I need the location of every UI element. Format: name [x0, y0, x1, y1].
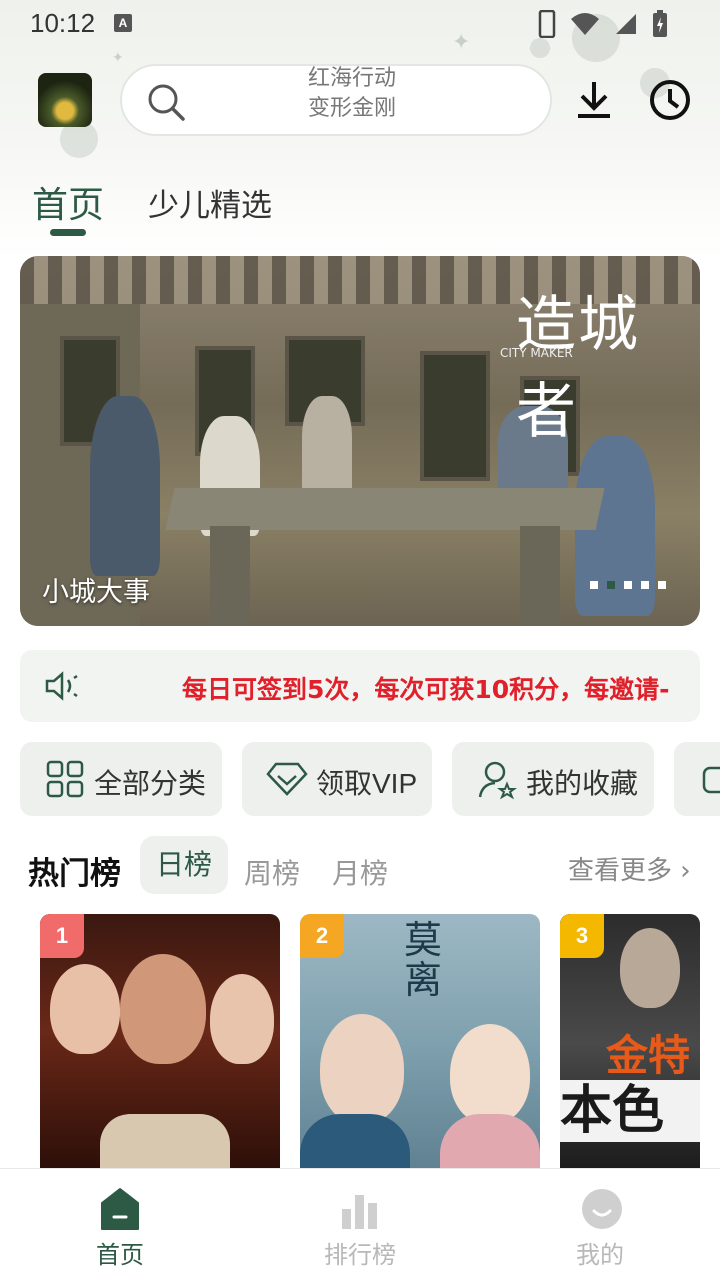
banner-dot[interactable] [658, 581, 666, 589]
nav-label: 我的 [576, 1241, 624, 1269]
poster-art-costume [300, 1114, 410, 1174]
banner-carousel[interactable]: 造城者 CITY MAKER 小城大事 [20, 256, 700, 626]
nav-home[interactable]: 首页 [0, 1169, 240, 1280]
signal-icon [616, 14, 636, 34]
notification-badge: A [114, 14, 132, 32]
poster-art-costume [440, 1114, 540, 1174]
banner-dot[interactable] [590, 581, 598, 589]
wifi-icon [571, 13, 599, 35]
decor-sparkle: ✦ [112, 50, 124, 66]
banner-art-figure [90, 396, 160, 576]
tab-kids[interactable]: 少儿精选 [148, 180, 272, 225]
see-more-link[interactable]: 查看更多 › [568, 850, 691, 887]
banner-caption: 小城大事 [42, 577, 150, 608]
nav-label: 排行榜 [324, 1241, 396, 1269]
poster-card[interactable]: 金特 本色 3 [560, 914, 700, 1174]
rank-badge: 3 [560, 914, 604, 958]
tab-daily-rank[interactable]: 日榜 [140, 836, 228, 894]
notice-text: 每日可签到5次，每次可获10积分，每邀请- [182, 675, 670, 704]
diamond-icon [266, 762, 308, 796]
battery-icon [653, 10, 667, 37]
smile-icon [582, 1189, 622, 1229]
poster-art-face [50, 964, 120, 1054]
banner-art-table-leg [210, 526, 250, 626]
poster-card[interactable]: 1 [40, 914, 280, 1174]
banner-art-table-leg [520, 526, 560, 626]
tab-home[interactable]: 首页 [32, 176, 104, 228]
search-hint: 红海行动 变形金刚 [308, 66, 397, 124]
banner-dot[interactable] [607, 581, 615, 589]
poster-art-face [450, 1024, 530, 1124]
status-time: 10:12 [30, 8, 96, 38]
poster-art-face [120, 954, 206, 1064]
search-input[interactable]: 红海行动 变形金刚 [120, 64, 552, 136]
poster-art-face [620, 928, 680, 1008]
app-logo[interactable] [38, 73, 92, 127]
quick-my-favorites[interactable]: 我的收藏 [452, 742, 654, 816]
search-icon [148, 84, 185, 121]
banner-art-figure [302, 396, 352, 496]
poster-art-headdress [100, 1114, 230, 1174]
hot-list-title: 热门榜 [28, 856, 121, 892]
status-bar: 10:12 A [0, 0, 720, 48]
search-hint-line: 变形金刚 [308, 96, 397, 121]
poster-card[interactable]: 莫离 2 [300, 914, 540, 1174]
rank-badge: 1 [40, 914, 84, 958]
rank-badge: 2 [300, 914, 344, 958]
speaker-icon [45, 671, 78, 701]
nav-ranking[interactable]: 排行榜 [240, 1169, 480, 1280]
history-clock-icon[interactable] [648, 78, 692, 122]
quick-all-categories[interactable]: 全部分类 [20, 742, 222, 816]
poster-art-face [210, 974, 274, 1064]
poster-title-art: 莫离 [404, 918, 443, 1002]
quick-label: 我的收藏 [526, 767, 639, 800]
quick-more[interactable] [674, 742, 720, 816]
banner-dot[interactable] [624, 581, 632, 589]
search-hint-line: 红海行动 [308, 66, 397, 91]
quick-get-vip[interactable]: 领取VIP [242, 742, 432, 816]
poster-title-art: 本色 [560, 1080, 700, 1142]
user-star-icon [478, 761, 517, 800]
status-icons [538, 10, 668, 38]
banner-art-window [420, 351, 490, 481]
gamepad-icon [702, 766, 720, 794]
home-icon [101, 1188, 139, 1230]
bottom-nav: 首页 排行榜 我的 [0, 1168, 720, 1280]
nav-mine[interactable]: 我的 [480, 1169, 720, 1280]
tab-weekly-rank[interactable]: 周榜 [244, 852, 300, 892]
poster-art-face [320, 1014, 404, 1124]
banner-dots [590, 581, 666, 589]
poster-title-art: 金特 [606, 1031, 691, 1080]
tab-monthly-rank[interactable]: 月榜 [332, 852, 388, 892]
quick-label: 全部分类 [94, 767, 207, 800]
grid-icon [46, 760, 84, 798]
banner-dot[interactable] [641, 581, 649, 589]
banner-art-table [165, 488, 605, 530]
download-icon[interactable] [572, 78, 616, 122]
tab-indicator [50, 229, 86, 236]
notice-bar[interactable]: 每日可签到5次，每次可获10积分，每邀请- [20, 650, 700, 722]
banner-title-art: 造城者 [516, 290, 640, 447]
nav-label: 首页 [96, 1241, 144, 1269]
bar-chart-icon [342, 1195, 377, 1229]
phone-icon [538, 10, 556, 38]
quick-label: 领取VIP [316, 768, 418, 799]
banner-title-art-sub: CITY MAKER [500, 346, 573, 360]
